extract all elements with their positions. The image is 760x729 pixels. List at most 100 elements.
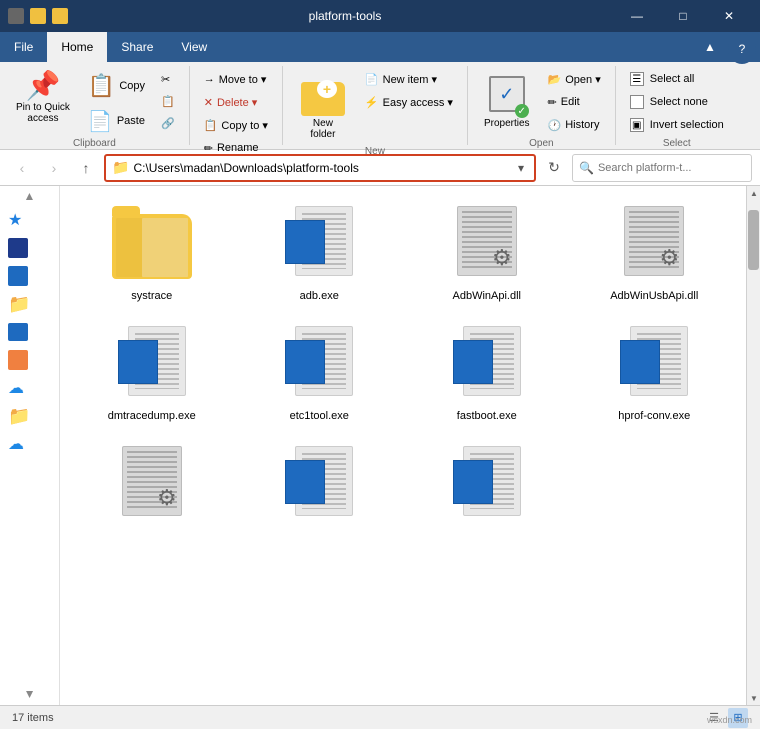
open-label: Open ▾	[565, 73, 601, 86]
item9-icon: ⚙	[112, 446, 192, 526]
edit-button[interactable]: ✏ Edit	[542, 91, 607, 113]
copy-to-icon: 📋	[204, 119, 218, 132]
dmtracedump-label: dmtracedump.exe	[108, 410, 196, 422]
file-item-fastboot[interactable]: fastboot.exe	[407, 318, 567, 430]
open-label: Open	[529, 138, 553, 149]
invert-selection-button[interactable]: ▣ Invert selection	[624, 114, 730, 136]
forward-button[interactable]: ›	[40, 154, 68, 182]
minimize-button[interactable]: —	[614, 0, 660, 32]
fastboot-icon	[447, 326, 527, 406]
properties-label: Properties	[484, 118, 530, 129]
file-item-10[interactable]	[240, 438, 400, 538]
window-controls[interactable]: — □ ✕	[614, 0, 752, 32]
move-to-button[interactable]: → Move to ▾	[198, 68, 274, 90]
cut-icon: ✂	[161, 73, 170, 86]
select-col: ☰ Select all Select none ▣ Invert select…	[624, 68, 730, 136]
sidebar-item-folder2[interactable]: 📁	[0, 402, 59, 430]
watermark: wsxdn.com	[707, 715, 752, 725]
file-item-systrace[interactable]: systrace	[72, 198, 232, 310]
new-folder-icon: +	[299, 72, 347, 116]
scroll-track[interactable]	[747, 200, 760, 691]
refresh-button[interactable]: ↻	[540, 154, 568, 182]
history-button[interactable]: 🕐 History	[542, 114, 607, 136]
help-button[interactable]: ?	[728, 34, 756, 64]
sidebar-item-3[interactable]	[0, 318, 59, 346]
address-input[interactable]	[133, 161, 514, 175]
scroll-up-arrow[interactable]: ▲	[747, 186, 760, 200]
new-item-button[interactable]: 📄 New item ▾	[359, 68, 459, 90]
cloud-icon-2: ☁	[8, 434, 24, 454]
cut-button[interactable]: ✂	[155, 68, 181, 90]
copy-to-label: Copy to ▾	[221, 119, 268, 132]
copy-button[interactable]: 📋 Copy	[82, 68, 151, 104]
sidebar-item-cloud2[interactable]: ☁	[0, 430, 59, 458]
sidebar-item-folder[interactable]: 📁	[0, 290, 59, 318]
right-scrollbar: ▲ ▼	[746, 186, 760, 705]
sidebar-scroll-up[interactable]: ▲	[0, 186, 59, 206]
scroll-down-arrow[interactable]: ▼	[747, 691, 760, 705]
delete-button[interactable]: ✕ Delete ▾	[198, 91, 274, 113]
status-bar: 17 items ☰ ⊞	[0, 705, 760, 729]
properties-button[interactable]: ✓ ✓ Properties	[476, 68, 538, 133]
select-none-button[interactable]: Select none	[624, 91, 730, 113]
new-folder-button[interactable]: + Newfolder	[291, 68, 355, 144]
easy-access-icon: ⚡	[365, 96, 379, 109]
sidebar-item-star[interactable]: ★	[0, 206, 59, 234]
scroll-thumb[interactable]	[748, 210, 759, 270]
copy-label: Copy	[119, 80, 145, 92]
copy-path-button[interactable]: 📋	[155, 90, 181, 112]
sidebar-item-2[interactable]	[0, 262, 59, 290]
select-content: ☰ Select all Select none ▣ Invert select…	[624, 68, 730, 136]
adbwinapi-label: AdbWinApi.dll	[453, 290, 521, 302]
maximize-button[interactable]: □	[660, 0, 706, 32]
menu-home[interactable]: Home	[47, 32, 107, 62]
file-item-hprof[interactable]: hprof-conv.exe	[575, 318, 735, 430]
select-all-button[interactable]: ☰ Select all	[624, 68, 730, 90]
file-area: systrace adb.exe ⚙ AdbWin	[60, 186, 746, 705]
sidebar-scroll-down[interactable]: ▲	[0, 685, 59, 705]
etc1tool-label: etc1tool.exe	[290, 410, 349, 422]
open-button[interactable]: 📂 Open ▾	[542, 68, 607, 90]
file-item-adb[interactable]: adb.exe	[240, 198, 400, 310]
rename-icon: ✏	[204, 142, 213, 155]
up-button[interactable]: ↑	[72, 154, 100, 182]
file-item-etc1tool[interactable]: etc1tool.exe	[240, 318, 400, 430]
close-button[interactable]: ✕	[706, 0, 752, 32]
file-item-9[interactable]: ⚙	[72, 438, 232, 538]
file-item-adbwinapi[interactable]: ⚙ AdbWinApi.dll	[407, 198, 567, 310]
paste-button[interactable]: 📄 Paste	[82, 106, 151, 136]
pin-quick-access-button[interactable]: 📌 Pin to Quickaccess	[8, 68, 78, 128]
invert-check: ▣	[630, 118, 644, 132]
new-item-col: 📄 New item ▾ ⚡ Easy access ▾	[359, 68, 459, 113]
file-item-adbwinusbapi[interactable]: ⚙ AdbWinUsbApi.dll	[575, 198, 735, 310]
file-item-11[interactable]	[407, 438, 567, 538]
rename-label: Rename	[217, 142, 259, 154]
ribbon-group-new: + Newfolder 📄 New item ▾ ⚡ Easy access ▾…	[283, 66, 468, 145]
history-icon: 🕐	[548, 119, 562, 132]
clipboard-label: Clipboard	[73, 138, 116, 149]
sidebar-item-cloud1[interactable]: ☁	[0, 374, 59, 402]
open-col: 📂 Open ▾ ✏ Edit 🕐 History	[542, 68, 607, 136]
edit-icon: ✏	[548, 96, 557, 109]
search-input[interactable]	[598, 162, 745, 174]
address-input-wrap[interactable]: 📁 ▾	[104, 154, 536, 182]
sidebar-item-orange[interactable]	[0, 346, 59, 374]
ribbon-group-open: ✓ ✓ Properties 📂 Open ▾ ✏ Edit 🕐 History	[468, 66, 616, 145]
paste-shortcut-button[interactable]: 🔗	[155, 112, 181, 134]
new-item-label: New item ▾	[383, 73, 437, 86]
paste-icon: 📄	[88, 109, 113, 134]
ribbon-group-select: ☰ Select all Select none ▣ Invert select…	[616, 66, 738, 145]
address-dropdown-button[interactable]: ▾	[514, 161, 528, 175]
menu-share[interactable]: Share	[107, 32, 167, 62]
menu-file[interactable]: File	[0, 32, 47, 62]
properties-icon: ✓ ✓	[487, 72, 527, 116]
sidebar-item-1[interactable]	[0, 234, 59, 262]
menu-view[interactable]: View	[167, 32, 221, 62]
open-content: ✓ ✓ Properties 📂 Open ▾ ✏ Edit 🕐 History	[476, 68, 607, 136]
ribbon-collapse[interactable]: ▲	[696, 32, 724, 62]
item11-icon	[447, 446, 527, 526]
back-button[interactable]: ‹	[8, 154, 36, 182]
copy-to-button[interactable]: 📋 Copy to ▾	[198, 114, 274, 136]
file-item-dmtracedump[interactable]: dmtracedump.exe	[72, 318, 232, 430]
easy-access-button[interactable]: ⚡ Easy access ▾	[359, 91, 459, 113]
